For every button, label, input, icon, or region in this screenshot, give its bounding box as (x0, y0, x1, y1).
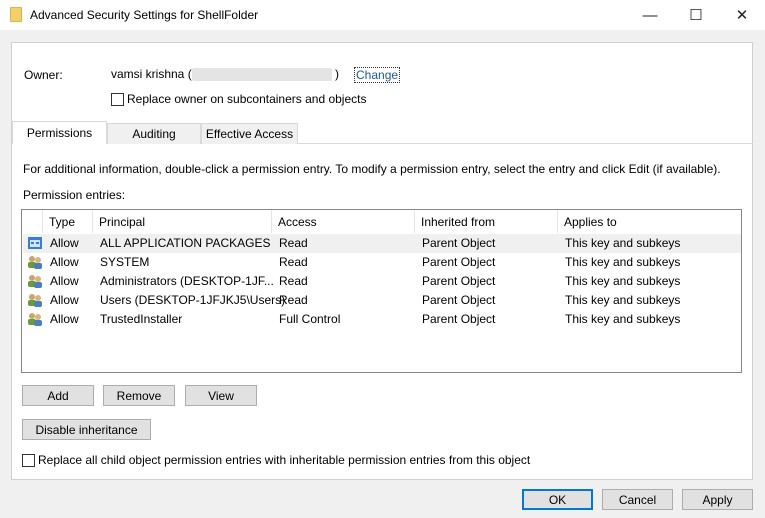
column-header-icon (22, 210, 43, 233)
cell-principal: SYSTEM (100, 255, 150, 269)
permission-entries-label: Permission entries: (23, 188, 126, 202)
column-header-inherited-from[interactable]: Inherited from (415, 210, 558, 233)
owner-value: vamsi krishna ( ) (111, 67, 340, 82)
cell-applies: This key and subkeys (565, 236, 681, 250)
cell-access: Read (279, 255, 308, 269)
cell-applies: This key and subkeys (565, 255, 681, 269)
owner-name: vamsi krishna ( (111, 67, 192, 81)
view-button[interactable]: View (185, 385, 257, 406)
users-icon (27, 274, 43, 288)
apply-button[interactable]: Apply (682, 489, 753, 510)
add-button[interactable]: Add (22, 385, 94, 406)
replace-child-permissions-label[interactable]: Replace all child object permission entr… (38, 453, 530, 467)
column-header-principal[interactable]: Principal (93, 210, 272, 233)
app-packages-icon (27, 236, 43, 250)
users-icon (27, 255, 43, 269)
replace-child-permissions-checkbox[interactable] (22, 454, 35, 467)
users-icon (27, 312, 43, 326)
cancel-button[interactable]: Cancel (602, 489, 673, 510)
cell-access: Read (279, 293, 308, 307)
window-title: Advanced Security Settings for ShellFold… (30, 8, 259, 22)
cell-inherited: Parent Object (422, 312, 496, 326)
cell-type: Allow (50, 312, 79, 326)
permission-entry-row[interactable]: Allow SYSTEM Read Parent Object This key and… (23, 253, 741, 272)
maximize-button[interactable]: ☐ (673, 0, 719, 30)
disable-inheritance-button[interactable]: Disable inheritance (22, 419, 151, 440)
remove-button[interactable]: Remove (103, 385, 175, 406)
cell-inherited: Parent Object (422, 274, 496, 288)
cell-type: Allow (50, 274, 79, 288)
replace-owner-checkbox[interactable] (111, 93, 124, 106)
column-header-applies-to[interactable]: Applies to (558, 210, 742, 233)
ok-button[interactable]: OK (522, 489, 593, 510)
cell-principal: TrustedInstaller (100, 312, 183, 326)
tab-permissions[interactable]: Permissions (12, 121, 107, 144)
cell-principal: ALL APPLICATION PACKAGES (100, 236, 271, 250)
column-header-type[interactable]: Type (43, 210, 93, 233)
permission-entry-row[interactable]: Allow Administrators (DESKTOP-1JF... Read P… (23, 272, 741, 291)
permission-entry-row[interactable]: Allow TrustedInstaller Full Control Parent … (23, 310, 741, 329)
cell-applies: This key and subkeys (565, 274, 681, 288)
change-owner-link[interactable]: Change (354, 67, 401, 83)
permission-entry-row[interactable]: Allow ALL APPLICATION PACKAGES Read Parent … (23, 234, 741, 253)
close-button[interactable]: ✕ (719, 0, 765, 30)
users-icon (27, 293, 43, 307)
cell-type: Allow (50, 293, 79, 307)
cell-inherited: Parent Object (422, 255, 496, 269)
cell-access: Read (279, 274, 308, 288)
permission-entries-list[interactable]: Type Principal Access Inherited from App… (21, 209, 742, 373)
cell-type: Allow (50, 236, 79, 250)
replace-owner-label[interactable]: Replace owner on subcontainers and objec… (127, 92, 366, 106)
owner-suffix: ) (335, 67, 340, 81)
owner-label: Owner: (24, 68, 63, 82)
permission-entry-row[interactable]: Allow Users (DESKTOP-1JFJKJ5\Users) Read Pa… (23, 291, 741, 310)
cell-inherited: Parent Object (422, 236, 496, 250)
cell-access: Read (279, 236, 308, 250)
info-text: For additional information, double-click… (23, 162, 721, 176)
cell-principal: Administrators (DESKTOP-1JF... (100, 274, 274, 288)
cell-type: Allow (50, 255, 79, 269)
cell-principal: Users (DESKTOP-1JFJKJ5\Users) (100, 293, 286, 307)
cell-applies: This key and subkeys (565, 312, 681, 326)
redacted-email (191, 68, 332, 82)
tab-auditing[interactable]: Auditing (107, 123, 201, 144)
column-header-access[interactable]: Access (272, 210, 415, 233)
minimize-button[interactable]: — (627, 0, 673, 30)
folder-icon (10, 7, 22, 22)
cell-applies: This key and subkeys (565, 293, 681, 307)
cell-inherited: Parent Object (422, 293, 496, 307)
tab-effective-access[interactable]: Effective Access (201, 123, 298, 144)
cell-access: Full Control (279, 312, 341, 326)
